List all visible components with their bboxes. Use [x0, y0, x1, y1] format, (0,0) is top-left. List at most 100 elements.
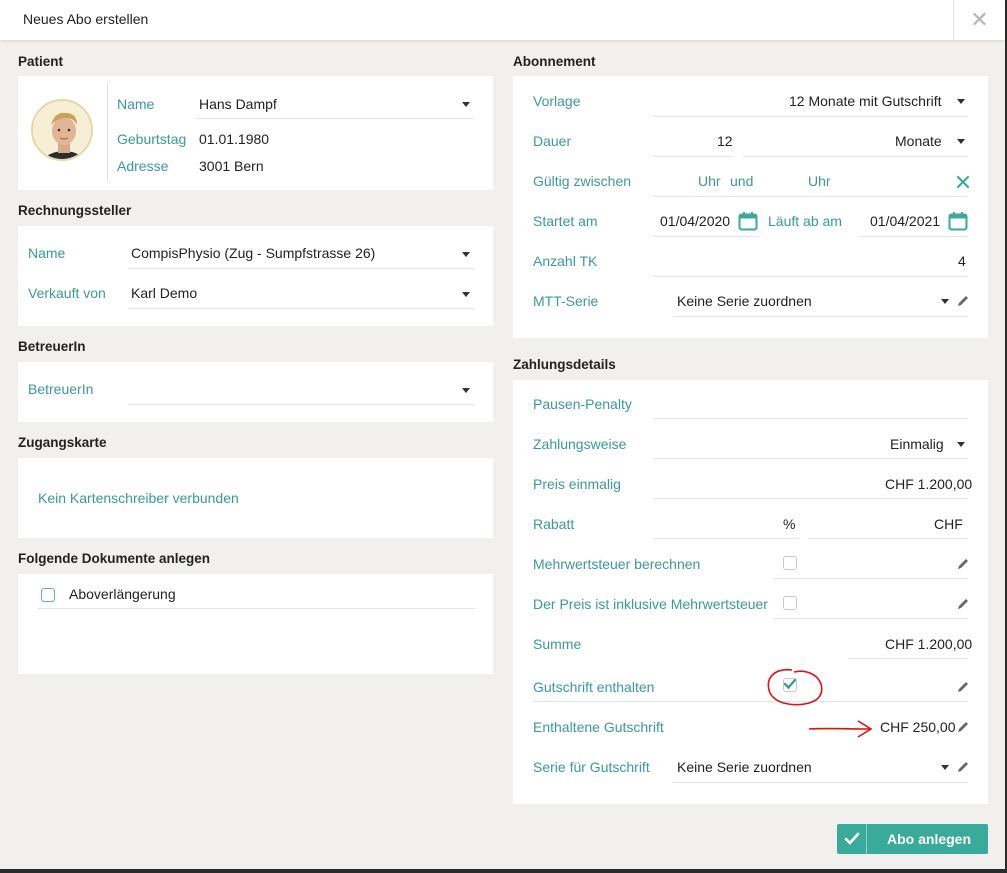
patient-name-underline [196, 118, 474, 119]
start-date-underline [653, 236, 758, 237]
chevron-down-icon[interactable] [941, 765, 949, 770]
chevron-down-icon[interactable] [462, 292, 470, 297]
payment-method-select[interactable]: Einmalig [890, 436, 944, 452]
pencil-icon[interactable] [956, 294, 970, 308]
count-input[interactable]: 4 [958, 253, 966, 269]
pause-penalty-label: Pausen-Penalty [533, 396, 632, 412]
vat-incl-checkbox[interactable] [783, 596, 797, 610]
start-date-input[interactable]: 01/04/2020 [660, 213, 730, 229]
credit-series-label: Serie für Gutschrift [533, 759, 650, 775]
end-date-input[interactable]: 01/04/2021 [870, 213, 940, 229]
credit-amount-input[interactable]: CHF 250,00 [880, 719, 955, 735]
pencil-icon[interactable] [956, 720, 970, 734]
caregiver-underline [128, 404, 474, 405]
documents-section-title: Folgende Dokumente anlegen [18, 551, 211, 566]
caregiver-label: BetreuerIn [28, 381, 94, 397]
patient-name-label: Name [117, 96, 155, 112]
caregiver-section-title: BetreuerIn [18, 339, 86, 354]
discount-chf-underline[interactable] [808, 538, 968, 539]
duration-input[interactable]: 12 [717, 133, 733, 149]
valid-to-unit: Uhr [808, 173, 831, 189]
billing-name-select[interactable]: CompisPhysio (Zug - Sumpfstrasse 26) [131, 245, 375, 261]
price-underline [653, 498, 968, 499]
billing-name-underline [128, 268, 474, 269]
dialog-titlebar: Neues Abo erstellen ✕ [0, 0, 1005, 40]
template-select[interactable]: 12 Monate mit Gutschrift [789, 93, 942, 109]
create-subscription-button[interactable]: Abo anlegen [837, 824, 988, 854]
check-icon [837, 824, 867, 854]
duration-label: Dauer [533, 133, 572, 149]
clear-icon[interactable] [956, 175, 970, 189]
credit-amount-label: Enthaltene Gutschrift [533, 719, 664, 735]
credit-included-checkbox[interactable] [783, 678, 797, 692]
template-label: Vorlage [533, 93, 581, 109]
patient-section-title: Patient [18, 54, 64, 69]
chevron-down-icon[interactable] [941, 299, 949, 304]
duration-unit-underline [743, 156, 968, 157]
duration-underline [653, 156, 733, 157]
sum-underline [848, 658, 968, 659]
end-date-label: Läuft ab am [768, 213, 842, 229]
patient-separator [107, 82, 108, 182]
pencil-icon[interactable] [956, 557, 970, 571]
valid-from-unit: Uhr [698, 173, 721, 189]
chevron-down-icon[interactable] [957, 442, 965, 447]
credit-series-select[interactable]: Keine Serie zuordnen [677, 759, 812, 775]
renewal-underline [38, 608, 475, 609]
chevron-down-icon[interactable] [462, 252, 470, 257]
valid-between-label: Gültig zwischen [533, 173, 632, 189]
discount-label: Rabatt [533, 516, 575, 532]
end-date-underline [860, 236, 968, 237]
mtt-series-label: MTT-Serie [533, 293, 599, 309]
patient-name-select[interactable]: Hans Dampf [199, 96, 277, 112]
chevron-down-icon[interactable] [462, 388, 470, 393]
birthday-value: 01.01.1980 [199, 131, 270, 147]
vat-calc-checkbox[interactable] [783, 556, 797, 570]
new-subscription-dialog: Neues Abo erstellen ✕ Patient Name Hans … [0, 0, 1005, 869]
sum-label: Summe [533, 636, 582, 652]
calendar-icon[interactable] [948, 211, 968, 231]
mtt-series-underline [673, 316, 968, 317]
price-input[interactable]: CHF 1.200,00 [885, 476, 972, 492]
vat-incl-underline [773, 618, 968, 619]
billing-panel [18, 226, 493, 326]
chevron-down-icon[interactable] [957, 139, 965, 144]
valid-and-label: und [730, 173, 754, 189]
close-button[interactable]: ✕ [953, 0, 1005, 40]
check-icon [783, 678, 797, 690]
renewal-checkbox[interactable] [41, 588, 55, 602]
duration-unit-select[interactable]: Monate [895, 133, 942, 149]
credit-included-label: Gutschrift enthalten [533, 679, 655, 695]
price-label: Preis einmalig [533, 476, 621, 492]
pencil-icon[interactable] [956, 680, 970, 694]
pencil-icon[interactable] [956, 760, 970, 774]
sold-by-underline [128, 308, 474, 309]
credit-included-underline [533, 701, 968, 702]
sum-value: CHF 1.200,00 [885, 636, 973, 652]
discount-percent-underline[interactable] [653, 538, 798, 539]
start-date-label: Startet am [533, 213, 598, 229]
address-label: Adresse [117, 158, 169, 174]
create-subscription-label: Abo anlegen [887, 831, 972, 847]
chevron-down-icon[interactable] [957, 99, 965, 104]
chevron-down-icon[interactable] [462, 102, 470, 107]
vat-incl-label: Der Preis ist inklusive Mehrwertsteuer [533, 596, 768, 612]
renewal-label: Aboverlängerung [69, 586, 176, 602]
dialog-title: Neues Abo erstellen [23, 11, 149, 27]
sold-by-select[interactable]: Karl Demo [131, 285, 197, 301]
pencil-icon[interactable] [956, 597, 970, 611]
count-underline [653, 276, 968, 277]
calendar-icon[interactable] [738, 211, 758, 231]
subscription-section-title: Abonnement [513, 54, 596, 69]
address-value: 3001 Bern [199, 158, 264, 174]
card-writer-status: Kein Kartenschreiber verbunden [38, 490, 239, 506]
vat-calc-label: Mehrwertsteuer berechnen [533, 556, 701, 572]
payment-section-title: Zahlungsdetails [513, 357, 616, 372]
payment-method-label: Zahlungsweise [533, 436, 627, 452]
valid-underline [653, 196, 968, 197]
discount-percent-unit: % [783, 516, 796, 532]
count-label: Anzahl TK [533, 253, 598, 269]
credit-series-underline [673, 782, 968, 783]
mtt-series-select[interactable]: Keine Serie zuordnen [677, 293, 812, 309]
birthday-label: Geburtstag [117, 131, 187, 147]
